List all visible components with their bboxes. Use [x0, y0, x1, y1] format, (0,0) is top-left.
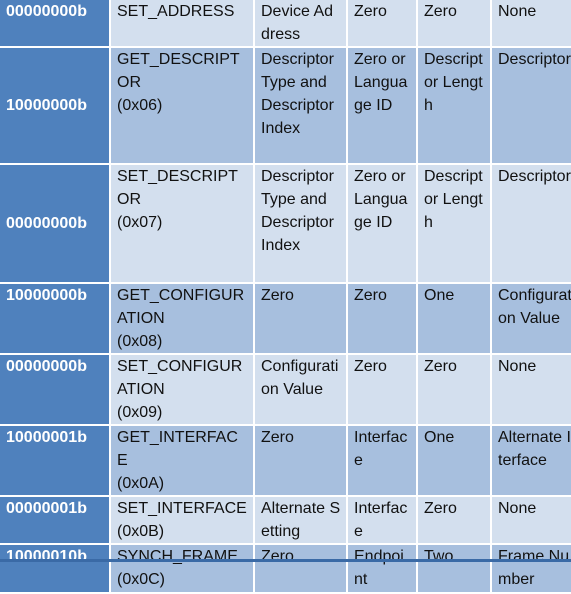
length-cell: Zero: [418, 355, 490, 424]
request-type-cell: 10000000b: [0, 284, 109, 353]
table-row: 10000000b GET_CONFIGURATION (0x08) Zero Zero…: [0, 284, 571, 353]
request-cell: SET_ADDRESS: [111, 0, 253, 46]
request-name: SET_DESCRIPTOR: [117, 168, 238, 208]
data-cell: Configuration Value: [492, 284, 571, 353]
data-cell: None: [492, 355, 571, 424]
index-cell: Zero: [348, 0, 416, 46]
table-bottom-rule: [0, 559, 571, 562]
length-cell: One: [418, 284, 490, 353]
table-body: 00000000b SET_ADDRESS Device Address Zero Ze…: [0, 0, 571, 592]
request-type-cell: 10000000b: [0, 48, 109, 163]
value-cell: Zero: [255, 545, 346, 592]
value-cell: Descriptor Type and Descriptor Index: [255, 165, 346, 282]
request-name: SET_INTERFACE: [117, 500, 247, 517]
request-name: GET_INTERFACE: [117, 429, 238, 469]
index-cell: Endpoint: [348, 545, 416, 592]
index-cell: Zero or Language ID: [348, 165, 416, 282]
length-cell: Descriptor Length: [418, 165, 490, 282]
request-code: (0x0A): [117, 475, 165, 492]
request-type-cell: 10000010b: [0, 545, 109, 592]
request-type-cell: 00000000b: [0, 355, 109, 424]
request-name: GET_CONFIGURATION: [117, 287, 245, 327]
index-cell: Zero: [348, 284, 416, 353]
request-type-cell: 10000001b: [0, 426, 109, 495]
data-cell: Alternate Interface: [492, 426, 571, 495]
value-cell: Descriptor Type and Descriptor Index: [255, 48, 346, 163]
value-cell: Zero: [255, 284, 346, 353]
request-name: SYNCH_FRAME: [117, 548, 238, 565]
request-code: (0x09): [117, 404, 163, 421]
request-cell: GET_DESCRIPTOR (0x06): [111, 48, 253, 163]
table-row: 00000000b SET_ADDRESS Device Address Zero Ze…: [0, 0, 571, 46]
data-cell: Descriptor: [492, 48, 571, 163]
value-cell: Configuration Value: [255, 355, 346, 424]
request-type-cell: 00000000b: [0, 0, 109, 46]
table-row: 10000010b SYNCH_FRAME (0x0C) Zero Endpoint Tw…: [0, 545, 571, 592]
index-cell: Interface: [348, 426, 416, 495]
request-type-cell: 00000000b: [0, 165, 109, 282]
request-cell: SYNCH_FRAME (0x0C): [111, 545, 253, 592]
data-cell: None: [492, 497, 571, 543]
length-cell: Descriptor Length: [418, 48, 490, 163]
request-cell: SET_CONFIGURATION (0x09): [111, 355, 253, 424]
length-cell: One: [418, 426, 490, 495]
length-cell: Zero: [418, 497, 490, 543]
request-code: (0x08): [117, 333, 163, 350]
request-cell: SET_INTERFACE (0x0B): [111, 497, 253, 543]
index-cell: Interface: [348, 497, 416, 543]
table-row: 00000000b SET_CONFIGURATION (0x09) Configur…: [0, 355, 571, 424]
value-cell: Zero: [255, 426, 346, 495]
usb-standard-requests-table: 00000000b SET_ADDRESS Device Address Zero Ze…: [0, 0, 571, 594]
index-cell: Zero or Language ID: [348, 48, 416, 163]
request-name: SET_ADDRESS: [117, 3, 235, 20]
request-name: GET_DESCRIPTOR: [117, 51, 240, 91]
table-row: 00000000b SET_DESCRIPTOR (0x07) Descriptor …: [0, 165, 571, 282]
data-cell: Descriptor: [492, 165, 571, 282]
length-cell: Two: [418, 545, 490, 592]
request-cell: SET_DESCRIPTOR (0x07): [111, 165, 253, 282]
request-code: (0x06): [117, 97, 163, 114]
table-row: 10000001b GET_INTERFACE (0x0A) Zero Interfac…: [0, 426, 571, 495]
request-code: (0x0B): [117, 523, 165, 540]
value-cell: Device Address: [255, 0, 346, 46]
request-code: (0x07): [117, 214, 163, 231]
data-cell: Frame Number: [492, 545, 571, 592]
index-cell: Zero: [348, 355, 416, 424]
request-cell: GET_CONFIGURATION (0x08): [111, 284, 253, 353]
data-cell: None: [492, 0, 571, 46]
length-cell: Zero: [418, 0, 490, 46]
table-row: 00000001b SET_INTERFACE (0x0B) Alternate Se…: [0, 497, 571, 543]
request-name: SET_CONFIGURATION: [117, 358, 243, 398]
value-cell: Alternate Setting: [255, 497, 346, 543]
request-type-cell: 00000001b: [0, 497, 109, 543]
request-code: (0x0C): [117, 571, 166, 588]
request-cell: GET_INTERFACE (0x0A): [111, 426, 253, 495]
table-row: 10000000b GET_DESCRIPTOR (0x06) Descriptor …: [0, 48, 571, 163]
